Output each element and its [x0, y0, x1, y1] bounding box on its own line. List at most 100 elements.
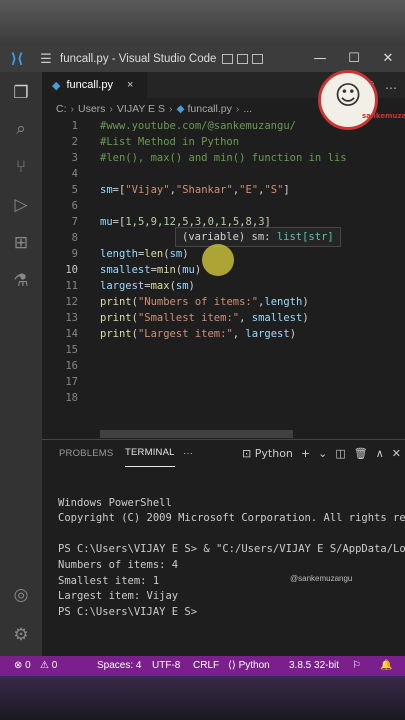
panel-more-icon[interactable]: ··· — [183, 440, 193, 468]
close-window-button[interactable]: ✕ — [371, 46, 405, 72]
line-number: 2 — [71, 136, 78, 148]
breadcrumb-drive[interactable]: C: — [56, 103, 67, 115]
kill-terminal-icon[interactable]: 🗑 — [354, 440, 368, 468]
toggle-secondary-sidebar-icon[interactable] — [252, 54, 264, 64]
panel-actions: ⊡ Python + ⌄ ◫ 🗑 ∧ ✕ — [242, 440, 401, 468]
close-tab-icon[interactable]: × — [127, 79, 133, 91]
search-icon[interactable]: ⌕ — [0, 114, 42, 144]
account-icon[interactable]: ◎ — [0, 580, 42, 610]
code-line[interactable]: #len(), max() and min() function in lis — [100, 150, 347, 166]
code-line[interactable]: print("Numbers of items:",length) — [100, 294, 309, 310]
line-number: 3 — [71, 152, 78, 164]
line-number: 17 — [65, 376, 78, 388]
line-number: 8 — [71, 232, 78, 244]
avatar-face-icon: ☺ — [334, 81, 362, 111]
python-file-icon: ◆ — [52, 79, 61, 92]
code-line[interactable]: print("Smallest item:", smallest) — [100, 310, 309, 326]
watermark: @sankemuzangu — [290, 574, 353, 583]
breadcrumb-user-folder[interactable]: VIJAY E S — [117, 103, 165, 115]
notifications-bell-icon[interactable]: 🔔 — [380, 656, 392, 676]
line-number: 5 — [71, 184, 78, 196]
line-number: 13 — [65, 312, 78, 324]
hover-type: list[str] — [276, 231, 334, 243]
mouse-cursor-highlight — [202, 244, 234, 276]
terminal-line: Copyright (C) 2009 Microsoft Corporation… — [58, 512, 405, 525]
line-number: 10 — [65, 264, 78, 276]
channel-avatar: ☺ — [318, 70, 378, 130]
line-number: 7 — [71, 216, 78, 228]
terminal-line: Largest item: Vijay — [58, 590, 179, 603]
window-controls: — ☐ ✕ — [303, 46, 405, 72]
terminal-line: Windows PowerShell — [58, 496, 172, 509]
terminal-output[interactable]: Windows PowerShell Copyright (C) 2009 Mi… — [58, 480, 405, 620]
status-bar: ⊗ 0 ⚠ 0 Spaces: 4 UTF-8 CRLF ⟨⟩ Python 3… — [0, 656, 405, 676]
status-encoding[interactable]: UTF-8 — [152, 656, 180, 676]
more-actions-icon[interactable]: … — [385, 72, 397, 98]
python-file-icon: ◆ — [176, 103, 188, 115]
terminal-prompt[interactable]: PS C:\Users\VIJAY E S> — [58, 605, 405, 621]
line-number: 16 — [65, 360, 78, 372]
breadcrumb-file[interactable]: funcall.py — [187, 103, 231, 115]
feedback-icon[interactable]: ⚐ — [352, 656, 361, 676]
code-line[interactable]: sm=["Vijay","Shankar","E","S"] — [100, 182, 290, 198]
status-eol[interactable]: CRLF — [193, 656, 219, 676]
bottom-background — [0, 676, 405, 720]
status-errors[interactable]: ⊗ 0 — [14, 656, 31, 676]
code-editor[interactable]: 1 #www.youtube.com/@sankemuzangu/ 2 #List … — [42, 118, 405, 436]
terminal-dropdown-icon[interactable]: ⌄ — [318, 440, 327, 468]
terminal-shell-icon[interactable]: ⊡ Python — [242, 440, 293, 468]
terminal-line: Smallest item: 1 — [58, 574, 160, 587]
terminal-line: Numbers of items: 4 — [58, 558, 179, 571]
tab-problems[interactable]: PROBLEMS — [59, 440, 113, 468]
bottom-panel: PROBLEMS TERMINAL ··· ⊡ Python + ⌄ ◫ 🗑 ∧… — [42, 439, 405, 662]
breadcrumb-users[interactable]: Users — [78, 103, 105, 115]
terminal-line: PS C:\Users\VIJAY E S> & "C:/Users/VIJAY… — [58, 543, 405, 556]
line-number: 11 — [65, 280, 78, 292]
explorer-icon[interactable]: ❐ — [0, 78, 42, 108]
tab-funcall-py[interactable]: ◆ funcall.py × — [42, 72, 147, 98]
maximize-panel-icon[interactable]: ∧ — [376, 440, 384, 468]
code-line[interactable]: length=len(sm) — [100, 246, 189, 262]
code-line[interactable]: #www.youtube.com/@sankemuzangu/ — [100, 118, 296, 134]
status-warnings[interactable]: ⚠ 0 — [40, 656, 57, 676]
line-number: 18 — [65, 392, 78, 404]
settings-gear-icon[interactable]: ⚙ — [0, 620, 42, 650]
tab-terminal[interactable]: TERMINAL — [125, 440, 175, 467]
vscode-window: ⟩⟨ ☰ funcall.py - Visual Studio Code — ☐… — [0, 46, 405, 676]
titlebar: ⟩⟨ ☰ funcall.py - Visual Studio Code — ☐… — [0, 46, 405, 72]
breadcrumb-symbol[interactable]: ... — [243, 103, 252, 115]
close-panel-icon[interactable]: ✕ — [392, 440, 401, 468]
top-background — [0, 0, 405, 46]
new-terminal-icon[interactable]: + — [301, 440, 310, 468]
source-control-icon[interactable]: ⑂ — [0, 152, 42, 182]
testing-icon[interactable]: ⚗ — [0, 266, 42, 296]
code-line[interactable]: print("Largest item:", largest) — [100, 326, 296, 342]
horizontal-scrollbar[interactable] — [100, 430, 293, 438]
line-number: 15 — [65, 344, 78, 356]
minimize-button[interactable]: — — [303, 46, 337, 72]
hover-tooltip: (variable) sm: list[str] — [175, 227, 341, 247]
status-interpreter[interactable]: 3.8.5 32-bit — [289, 656, 339, 676]
status-indentation[interactable]: Spaces: 4 — [97, 656, 141, 676]
line-number: 1 — [71, 120, 78, 132]
window-title: funcall.py - Visual Studio Code — [60, 53, 217, 65]
split-terminal-icon[interactable]: ◫ — [335, 440, 345, 468]
maximize-button[interactable]: ☐ — [337, 46, 371, 72]
code-line[interactable]: smallest=min(mu) — [100, 262, 201, 278]
extensions-icon[interactable]: ⊞ — [0, 228, 42, 258]
vscode-logo-icon: ⟩⟨ — [10, 51, 24, 67]
terminal-shell-label: Python — [254, 447, 293, 460]
code-line[interactable]: largest=max(sm) — [100, 278, 195, 294]
hover-prefix: (variable) sm: — [182, 231, 277, 243]
toggle-sidebar-icon[interactable] — [222, 54, 234, 64]
status-language[interactable]: ⟨⟩ Python — [228, 656, 270, 676]
menu-icon[interactable]: ☰ — [34, 52, 58, 67]
line-number: 14 — [65, 328, 78, 340]
status-language-label: Python — [238, 660, 270, 671]
toggle-panel-icon[interactable] — [237, 54, 249, 64]
code-line[interactable]: #List Method in Python — [100, 134, 239, 150]
run-debug-icon[interactable]: ▷ — [0, 190, 42, 220]
tab-label: funcall.py — [66, 79, 113, 91]
line-number: 6 — [71, 200, 78, 212]
